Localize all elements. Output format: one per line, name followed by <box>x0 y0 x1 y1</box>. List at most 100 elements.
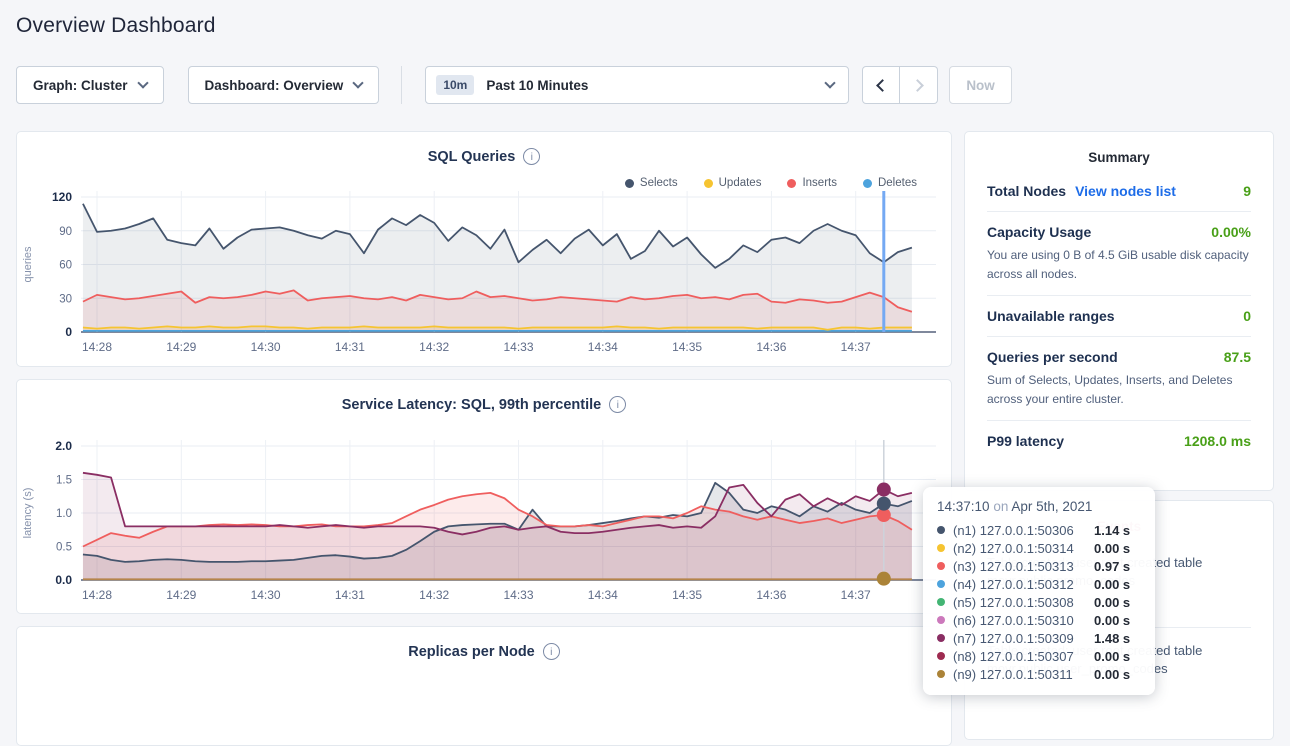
tooltip-on: on <box>993 499 1008 514</box>
y-tick-label: 1.0 <box>56 508 72 520</box>
y-tick-label: 30 <box>59 293 72 305</box>
page-title: Overview Dashboard <box>16 14 1274 38</box>
service-latency-title: Service Latency: SQL, 99th percentile <box>342 397 602 413</box>
x-tick-label: 14:32 <box>419 340 449 354</box>
tooltip-row: (n7) 127.0.0.1:503091.48 s <box>937 629 1141 647</box>
time-range-selector[interactable]: 10m Past 10 Minutes <box>425 66 849 104</box>
tooltip-row: (n5) 127.0.0.1:50308 0.00 s <box>937 593 1141 611</box>
summary-title: Summary <box>987 150 1251 165</box>
x-tick-label: 14:31 <box>335 340 365 354</box>
y-tick-label: 0 <box>65 325 72 339</box>
x-tick-label: 14:28 <box>82 340 112 354</box>
summary-row-line: P99 latency 1208.0 ms <box>987 433 1251 449</box>
x-tick-label: 14:35 <box>672 340 702 354</box>
x-tick-label: 14:32 <box>419 588 449 602</box>
x-tick-label: 14:28 <box>82 588 112 602</box>
tooltip-header: 14:37:10 on Apr 5th, 2021 <box>937 499 1141 514</box>
chevron-left-icon <box>876 79 889 92</box>
tooltip-row: (n2) 127.0.0.1:50314 0.00 s <box>937 539 1141 557</box>
info-icon[interactable]: i <box>523 148 540 165</box>
node-latency-value: 0.97 s <box>1094 559 1130 574</box>
x-tick-label: 14:37 <box>841 340 871 354</box>
tooltip-row: (n1) 127.0.0.1:50306 1.14 s <box>937 521 1141 539</box>
tooltip-row: (n9) 127.0.0.1:503110.00 s <box>937 665 1141 683</box>
replicas-per-node-title: Replicas per Node <box>408 644 535 660</box>
x-tick-label: 14:34 <box>588 588 618 602</box>
summary-row: Capacity Usage0.00%You are using 0 B of … <box>987 212 1251 296</box>
service-latency-card: Service Latency: SQL, 99th percentile i … <box>16 379 952 614</box>
x-tick-label: 14:29 <box>166 340 196 354</box>
hover-dot <box>877 497 891 511</box>
node-latency-value: 0.00 s <box>1094 595 1130 610</box>
node-address: (n5) 127.0.0.1:50308 <box>953 595 1086 610</box>
y-tick-label: 90 <box>59 226 72 238</box>
summary-row-line: Unavailable ranges 0 <box>987 308 1251 324</box>
now-button[interactable]: Now <box>949 66 1012 104</box>
summary-label: Total Nodes <box>987 183 1066 199</box>
y-axis-label: queries <box>22 246 34 283</box>
node-latency-value: 0.00 s <box>1094 541 1130 556</box>
info-icon[interactable]: i <box>609 396 626 413</box>
node-color-dot <box>937 616 945 624</box>
dashboard-dropdown-label: Dashboard: Overview <box>205 78 344 93</box>
chevron-right-icon <box>911 79 924 92</box>
y-tick-label: 2.0 <box>55 439 72 453</box>
y-axis-label: latency (s) <box>22 488 34 539</box>
node-address: (n8) 127.0.0.1:50307 <box>953 649 1086 664</box>
dashboard-dropdown[interactable]: Dashboard: Overview <box>188 66 380 104</box>
summary-panel: Summary Total NodesView nodes list9Capac… <box>964 131 1274 491</box>
tooltip-date: Apr 5th, 2021 <box>1011 499 1092 514</box>
y-tick-label: 0.5 <box>56 542 72 554</box>
x-tick-label: 14:37 <box>841 588 871 602</box>
toolbar: Graph: Cluster Dashboard: Overview 10m P… <box>16 66 1274 104</box>
node-color-dot <box>937 652 945 660</box>
x-tick-label: 14:36 <box>756 340 786 354</box>
summary-row: Queries per second 87.5 Sum of Selects, Up… <box>987 337 1251 421</box>
summary-description: Sum of Selects, Updates, Inserts, and De… <box>987 371 1251 408</box>
toolbar-divider <box>401 66 402 104</box>
summary-label: Unavailable ranges <box>987 308 1115 324</box>
view-nodes-list-link[interactable]: View nodes list <box>1075 183 1176 199</box>
x-tick-label: 14:36 <box>756 588 786 602</box>
tooltip-row: (n3) 127.0.0.1:503130.97 s <box>937 557 1141 575</box>
time-prev-button[interactable] <box>862 66 900 104</box>
summary-label: P99 latency <box>987 433 1064 449</box>
node-color-dot <box>937 670 945 678</box>
tooltip-row: (n6) 127.0.0.1:503100.00 s <box>937 611 1141 629</box>
sql-queries-chart[interactable]: 030609012014:2814:2914:3014:3114:3214:33… <box>17 184 959 360</box>
y-tick-label: 60 <box>59 260 72 272</box>
sql-queries-card: SQL Queries i SelectsUpdatesInsertsDelet… <box>16 131 952 367</box>
node-color-dot <box>937 526 945 534</box>
summary-row: P99 latency 1208.0 ms <box>987 421 1251 461</box>
summary-row: Unavailable ranges 0 <box>987 296 1251 337</box>
summary-value: 0 <box>1243 308 1251 324</box>
graph-dropdown-label: Graph: Cluster <box>33 78 128 93</box>
x-tick-label: 14:31 <box>335 588 365 602</box>
tooltip-row: (n4) 127.0.0.1:503120.00 s <box>937 575 1141 593</box>
summary-value: 1208.0 ms <box>1184 433 1251 449</box>
node-latency-value: 1.14 s <box>1094 523 1130 538</box>
node-color-dot <box>937 544 945 552</box>
time-next-button[interactable] <box>900 66 938 104</box>
node-address: (n2) 127.0.0.1:50314 <box>953 541 1086 556</box>
info-icon[interactable]: i <box>543 643 560 660</box>
node-address: (n1) 127.0.0.1:50306 <box>953 523 1086 538</box>
time-pager <box>862 66 938 104</box>
x-tick-label: 14:30 <box>251 340 281 354</box>
summary-value: 87.5 <box>1224 349 1251 365</box>
summary-row-line: Total NodesView nodes list9 <box>987 183 1251 199</box>
summary-row-line: Capacity Usage0.00% <box>987 224 1251 240</box>
summary-label: Queries per second <box>987 349 1118 365</box>
y-tick-label: 120 <box>52 190 72 204</box>
y-tick-label: 1.5 <box>56 475 72 487</box>
charts-column: SQL Queries i SelectsUpdatesInsertsDelet… <box>16 131 952 746</box>
node-latency-value: 0.00 s <box>1094 667 1130 682</box>
node-latency-value: 0.00 s <box>1094 613 1130 628</box>
graph-dropdown[interactable]: Graph: Cluster <box>16 66 164 104</box>
replicas-per-node-card: Replicas per Node i <box>16 626 952 746</box>
node-color-dot <box>937 598 945 606</box>
service-latency-chart[interactable]: 0.00.51.01.52.014:2814:2914:3014:3114:32… <box>17 434 959 610</box>
node-latency-value: 0.00 s <box>1094 649 1130 664</box>
summary-row-line: Queries per second 87.5 <box>987 349 1251 365</box>
chevron-down-icon <box>137 77 148 88</box>
